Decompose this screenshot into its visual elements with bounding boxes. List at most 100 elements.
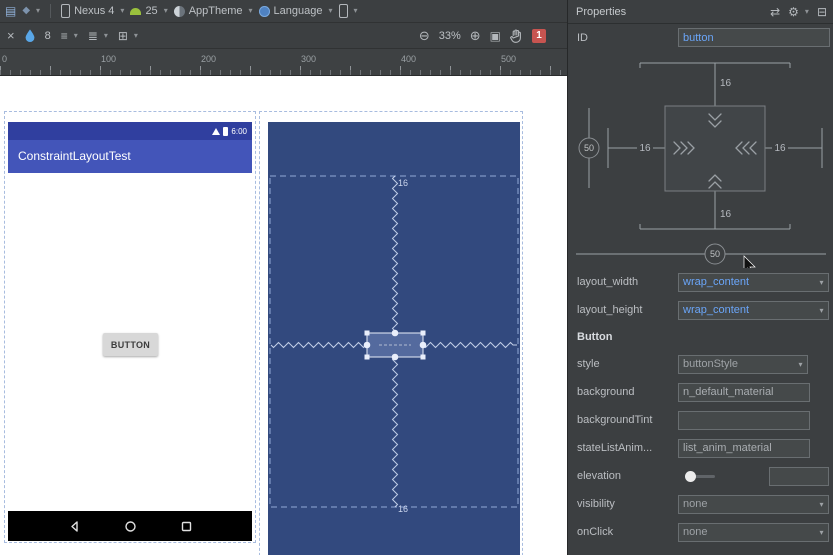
battery-icon — [223, 126, 229, 136]
constraint-anchor-left[interactable] — [363, 341, 371, 349]
prop-row-visibility: visibility none ▾ — [568, 490, 833, 518]
navigation-bar — [8, 511, 252, 541]
resize-handle — [364, 330, 370, 336]
theme-icon — [173, 5, 185, 17]
prop-row-layout-width: layout_width wrap_content ▾ — [568, 268, 833, 296]
chevron-down-icon: ▾ — [819, 527, 824, 537]
design-toolbar: ▤ ◆ ▾ Nexus 4 ▾ 25 ▾ AppTheme ▾ Language ▾ — [0, 0, 567, 23]
chevron-down-icon: ▾ — [819, 499, 824, 509]
dropdown-value: none — [683, 498, 708, 510]
swap-panel-icon[interactable]: ⇄ — [770, 6, 780, 18]
chevron-down-icon: ▾ — [120, 6, 125, 15]
chevron-down-icon: ▾ — [248, 6, 253, 15]
default-margin[interactable]: 8 — [45, 30, 51, 42]
blueprint-view[interactable]: 16 16 — [268, 122, 520, 555]
ruler-label: 300 — [301, 54, 317, 64]
margin-top-value[interactable]: 16 — [720, 78, 732, 89]
panel-settings[interactable]: ⚙ ▾ — [788, 6, 809, 18]
guidelines-icon: ≡ — [60, 28, 68, 43]
prop-label: layout_width — [577, 276, 639, 288]
background-tint-input[interactable] — [678, 410, 810, 430]
divider — [50, 4, 52, 18]
error-badge[interactable]: 1 — [532, 28, 546, 43]
dropdown-value: none — [683, 526, 708, 538]
margin-right-value[interactable]: 16 — [774, 143, 786, 154]
recents-icon[interactable] — [180, 520, 193, 533]
design-canvas[interactable]: 6:00 ConstraintLayoutTest BUTTON 16 16 — [0, 76, 567, 555]
margin-left-value[interactable]: 16 — [639, 143, 651, 154]
theme-selector[interactable]: AppTheme ▾ — [173, 5, 253, 17]
chevron-down-icon: ▾ — [819, 305, 824, 315]
elevation-toggle[interactable] — [685, 470, 715, 482]
layout-preview-icon[interactable]: ▤ — [5, 5, 16, 17]
style-dropdown[interactable]: buttonStyle ▾ — [678, 354, 808, 374]
elevation-input[interactable] — [769, 466, 829, 486]
api-selector[interactable]: 25 ▾ — [130, 5, 168, 17]
align-menu[interactable]: ≣ ▾ — [88, 30, 108, 42]
ruler-label: 100 — [101, 54, 117, 64]
chevron-down-icon: ▾ — [36, 6, 41, 15]
rotate-device-icon — [338, 4, 348, 18]
prop-label: elevation — [577, 470, 622, 482]
zoom-out-icon[interactable]: ⊖ — [419, 29, 430, 42]
prop-row-layout-height: layout_height wrap_content ▾ — [568, 296, 833, 324]
prop-label: style — [577, 358, 600, 370]
zoom-in-icon[interactable]: ⊕ — [470, 29, 481, 42]
resize-handle — [364, 354, 370, 360]
button-widget[interactable]: BUTTON — [103, 333, 158, 356]
layout-height-dropdown[interactable]: wrap_content ▾ — [678, 300, 829, 320]
prop-label: backgroundTint — [577, 414, 653, 426]
clear-constraints-icon[interactable]: × — [7, 29, 15, 42]
device-selector[interactable]: Nexus 4 ▾ — [61, 4, 124, 18]
id-input[interactable] — [678, 28, 830, 47]
visibility-dropdown[interactable]: none ▾ — [678, 494, 829, 514]
prop-row-on-click: onClick none ▾ — [568, 518, 833, 546]
section-header-button: Button — [577, 331, 613, 343]
app-bar: ConstraintLayoutTest — [8, 140, 252, 173]
home-icon[interactable] — [124, 520, 137, 533]
layout-width-dropdown[interactable]: wrap_content ▾ — [678, 272, 829, 292]
design-surface-selector[interactable]: ◆ ▾ — [22, 6, 40, 16]
margin-bottom-value[interactable]: 16 — [720, 209, 732, 220]
constraint-anchor-bottom[interactable] — [391, 353, 399, 361]
locale-name: Language — [273, 5, 323, 17]
toggle-knob[interactable] — [685, 470, 696, 482]
panel-title: Properties — [576, 5, 627, 18]
on-click-dropdown[interactable]: none ▾ — [678, 522, 829, 542]
back-icon[interactable] — [68, 520, 81, 533]
resize-handle — [420, 354, 426, 360]
pan-icon[interactable] — [510, 28, 523, 43]
state-list-anim-input[interactable] — [678, 438, 810, 458]
constraint-anchor-top[interactable] — [391, 329, 399, 337]
design-preview[interactable]: 6:00 ConstraintLayoutTest BUTTON — [8, 122, 252, 541]
prop-label: stateListAnim... — [577, 442, 653, 454]
autoconnect-icon[interactable] — [25, 29, 35, 42]
ruler-label: 200 — [201, 54, 217, 64]
locale-selector[interactable]: Language ▾ — [258, 5, 333, 17]
dropdown-value: wrap_content — [683, 276, 750, 288]
chevron-down-icon: ▾ — [819, 277, 824, 287]
api-level: 25 — [145, 5, 158, 17]
chevron-down-icon: ▾ — [798, 359, 803, 369]
margin-top-label: 16 — [398, 178, 408, 188]
pack-menu[interactable]: ⊞ ▾ — [118, 30, 138, 42]
svg-text:50: 50 — [584, 143, 594, 153]
orientation-selector[interactable]: ▾ — [338, 4, 358, 18]
hide-panel-icon[interactable]: ⊟ — [817, 6, 827, 18]
properties-header: Properties ⇄ ⚙ ▾ ⊟ — [568, 0, 833, 24]
ruler-label: 500 — [501, 54, 517, 64]
chevron-down-icon: ▾ — [73, 30, 78, 40]
guidelines-menu[interactable]: ≡ ▾ — [61, 30, 78, 42]
constraint-anchor-right[interactable] — [419, 341, 427, 349]
margin-bottom-label: 16 — [398, 504, 408, 514]
blueprint-selected-button[interactable] — [363, 329, 427, 361]
chevron-down-icon: ▾ — [353, 6, 358, 15]
activity-body: BUTTON — [8, 173, 252, 511]
zoom-level: 33% — [438, 29, 461, 42]
background-input[interactable] — [678, 382, 810, 402]
constraint-inspector[interactable]: 16 16 16 16 50 50 — [568, 51, 833, 275]
chevron-down-icon: ▾ — [133, 30, 138, 40]
zoom-fit-icon[interactable]: ▣ — [490, 30, 501, 42]
mouse-cursor — [743, 255, 756, 275]
prop-label: visibility — [577, 498, 615, 510]
